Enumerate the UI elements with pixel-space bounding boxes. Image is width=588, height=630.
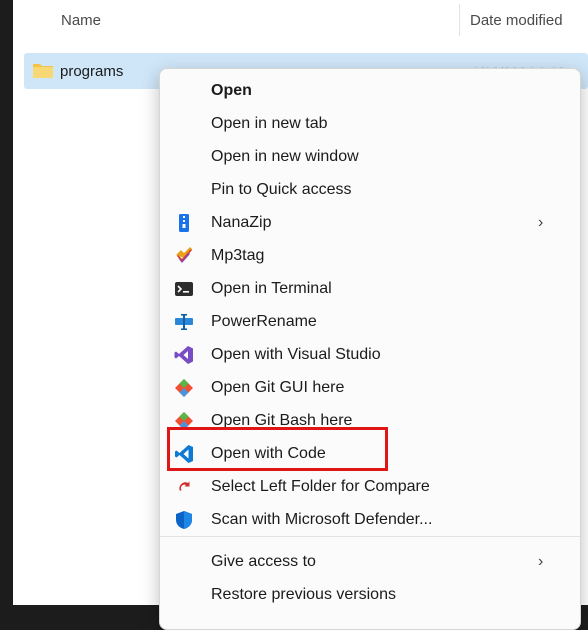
menu-item-open[interactable]: Open: [160, 75, 580, 107]
menu-item-mp3tag[interactable]: Mp3tag: [160, 240, 580, 272]
nanazip-icon: [179, 214, 189, 232]
menu-item-nanazip[interactable]: NanaZip ›: [160, 207, 580, 239]
terminal-icon: [175, 282, 193, 296]
menu-item-open-in-terminal[interactable]: Open in Terminal: [160, 273, 580, 305]
visual-studio-icon: [174, 346, 193, 364]
menu-item-label: Pin to Quick access: [211, 181, 352, 198]
menu-item-label: Select Left Folder for Compare: [211, 478, 430, 495]
menu-separator: [160, 536, 580, 537]
menu-item-label: NanaZip: [211, 214, 272, 231]
menu-item-label: PowerRename: [211, 313, 317, 330]
compare-icon: [179, 481, 190, 491]
date-modified-column-header[interactable]: Date modified: [470, 12, 563, 29]
menu-item-label: Give access to: [211, 553, 316, 570]
menu-item-open-in-new-window[interactable]: Open in new window: [160, 141, 580, 173]
menu-item-label: Scan with Microsoft Defender...: [211, 511, 433, 528]
powerrename-icon: [175, 314, 193, 330]
menu-item-label: Open in Terminal: [211, 280, 332, 297]
mp3tag-icon: [176, 247, 192, 263]
column-header: Name Date modified: [13, 0, 588, 40]
menu-item-label: Mp3tag: [211, 247, 265, 264]
menu-item-select-left-folder-for-compare[interactable]: Select Left Folder for Compare: [160, 471, 580, 503]
git-gui-icon: [175, 379, 193, 397]
menu-item-pin-to-quick-access[interactable]: Pin to Quick access: [160, 174, 580, 206]
folder-icon: [33, 64, 53, 78]
annotation-highlight-box: [167, 427, 388, 471]
column-divider[interactable]: [459, 4, 460, 36]
context-menu: Open Open in new tab Open in new window …: [159, 68, 581, 630]
defender-icon: [176, 511, 192, 529]
menu-item-label: Open with Visual Studio: [211, 346, 381, 363]
menu-item-label: Open: [211, 82, 252, 99]
menu-item-label: Open in new tab: [211, 115, 328, 132]
menu-item-open-git-gui-here[interactable]: Open Git GUI here: [160, 372, 580, 404]
file-name: programs: [60, 63, 124, 80]
submenu-arrow-icon: ›: [538, 553, 544, 570]
submenu-arrow-icon: ›: [538, 214, 544, 231]
menu-item-label: Restore previous versions: [211, 586, 396, 603]
menu-item-label: Open in new window: [211, 148, 359, 165]
name-column-header[interactable]: Name: [61, 12, 101, 29]
menu-item-powerrename[interactable]: PowerRename: [160, 306, 580, 338]
menu-item-open-in-new-tab[interactable]: Open in new tab: [160, 108, 580, 140]
menu-item-give-access-to[interactable]: Give access to ›: [160, 546, 580, 578]
menu-item-label: Open Git GUI here: [211, 379, 345, 396]
menu-item-scan-with-microsoft-defender[interactable]: Scan with Microsoft Defender...: [160, 504, 580, 536]
menu-item-restore-previous-versions[interactable]: Restore previous versions: [160, 579, 580, 611]
menu-item-open-with-visual-studio[interactable]: Open with Visual Studio: [160, 339, 580, 371]
